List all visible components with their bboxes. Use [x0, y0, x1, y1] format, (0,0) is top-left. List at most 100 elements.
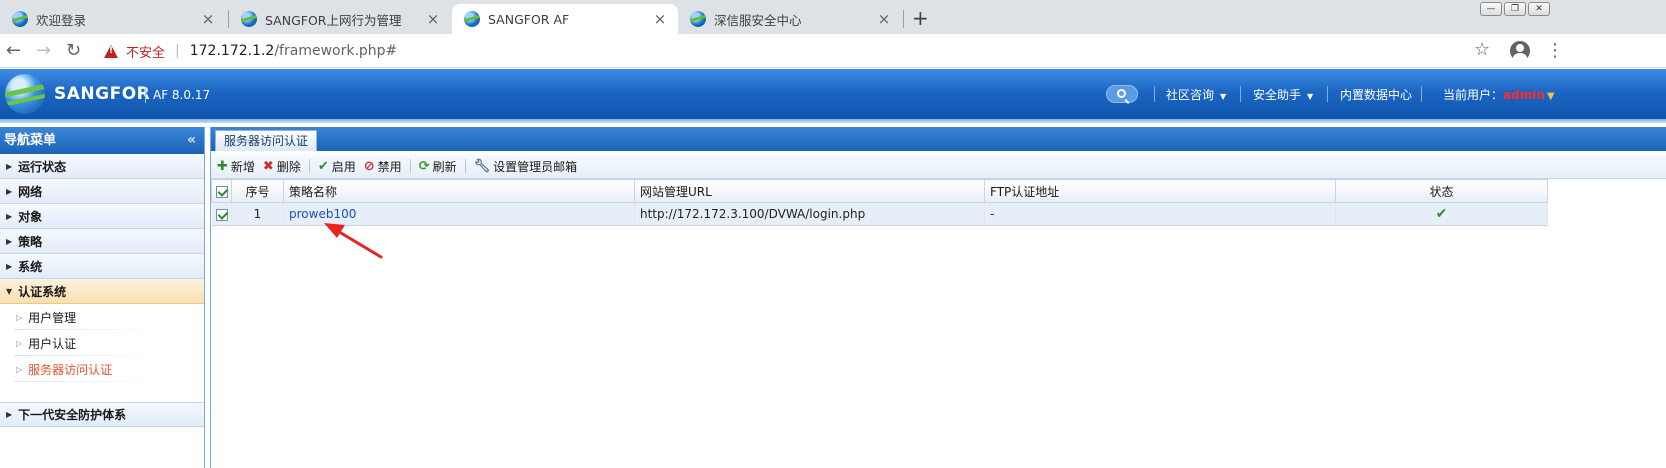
refresh-icon: ⟳: [418, 158, 430, 174]
reload-icon[interactable]: ↻: [66, 40, 81, 61]
caret-down-icon: ▼: [1220, 92, 1227, 101]
sidebar-item-network[interactable]: ▶ 网络: [0, 179, 204, 204]
browser-tab-security-center[interactable]: 深信服安全中心 ×: [678, 4, 902, 34]
sidebar-subitem-user-management[interactable]: ▷ 用户管理: [0, 304, 204, 330]
browser-menu-icon[interactable]: ⋮: [1546, 40, 1564, 61]
disable-button-label: 禁用: [377, 159, 402, 174]
sidebar-item-label: 下一代安全防护体系: [18, 408, 127, 422]
row-ftp: -: [984, 202, 1336, 226]
sangfor-favicon-icon: [690, 11, 706, 27]
browser-tab-title: 欢迎登录: [36, 12, 87, 28]
delete-button[interactable]: ✖ 删除: [263, 158, 301, 175]
row-index: 1: [231, 202, 284, 226]
close-icon[interactable]: ×: [652, 10, 668, 28]
sidebar-item-label: 系统: [18, 259, 43, 274]
toolbar-divider: [308, 159, 310, 173]
close-icon[interactable]: ×: [200, 10, 216, 28]
set-admin-email-label: 设置管理员邮箱: [493, 159, 578, 174]
add-button-label: 新增: [230, 159, 255, 174]
close-window-icon[interactable]: ✕: [1528, 2, 1550, 16]
select-all-header: [211, 179, 232, 203]
minimize-window-icon[interactable]: —: [1480, 2, 1502, 16]
row-status-cell: ✔: [1335, 202, 1548, 226]
security-assistant-menu[interactable]: 安全助手 ▼: [1253, 86, 1313, 103]
url-path: /framework.php#: [274, 43, 398, 59]
bookmark-star-icon[interactable]: ☆: [1474, 39, 1490, 60]
brand-name: SANGFOR: [54, 84, 151, 104]
warning-triangle-icon: [104, 44, 118, 58]
caret-right-icon: ▶: [6, 236, 13, 246]
sidebar-subitem-user-auth[interactable]: ▷ 用户认证: [0, 330, 204, 356]
status-enabled-check-icon[interactable]: ✔: [1436, 206, 1448, 222]
collapse-sidebar-icon[interactable]: «: [187, 127, 196, 154]
new-tab-plus-icon[interactable]: +: [912, 6, 929, 30]
set-admin-email-button[interactable]: 🔧︎ 设置管理员邮箱: [474, 158, 578, 175]
sidebar-item-objects[interactable]: ▶ 对象: [0, 204, 204, 229]
header-divider: [1421, 86, 1422, 102]
sidebar-item-label: 运行状态: [18, 159, 67, 174]
policy-table: 序号 策略名称 网站管理URL FTP认证地址 状态 1 proweb100 h…: [211, 179, 1548, 226]
delete-x-icon: ✖: [262, 158, 274, 174]
refresh-button-label: 刷新: [432, 159, 457, 174]
table-row[interactable]: 1 proweb100 http://172.172.3.100/DVWA/lo…: [211, 202, 1548, 226]
tab-separator: [903, 10, 904, 28]
restore-window-icon[interactable]: ❐: [1504, 2, 1526, 16]
sidebar-item-status[interactable]: ▶ 运行状态: [0, 154, 204, 179]
refresh-button[interactable]: ⟳ 刷新: [419, 158, 457, 175]
close-icon[interactable]: ×: [876, 10, 892, 28]
not-secure-label[interactable]: 不安全: [126, 42, 165, 61]
sidebar-item-system[interactable]: ▶ 系统: [0, 254, 204, 279]
sidebar-item-ngaf-protection[interactable]: ▶ 下一代安全防护体系: [0, 402, 204, 427]
datacenter-link[interactable]: 内置数据中心: [1340, 86, 1412, 103]
sidebar-subitem-server-access-auth[interactable]: ▷ 服务器访问认证: [0, 356, 204, 382]
row-select-cell: [211, 202, 232, 226]
tab-server-access-auth[interactable]: 服务器访问认证: [215, 130, 318, 151]
column-header-name[interactable]: 策略名称: [283, 179, 635, 203]
toolbar-divider: [409, 159, 411, 173]
check-icon: ✔: [317, 158, 329, 174]
sangfor-favicon-icon: [241, 11, 257, 27]
browser-tab-sangfor-af[interactable]: SANGFOR AF ×: [452, 4, 678, 34]
row-name-cell: proweb100: [283, 202, 635, 226]
caret-right-icon: ▶: [6, 186, 13, 196]
search-button[interactable]: [1106, 85, 1138, 103]
current-user-label: 当前用户：: [1443, 88, 1504, 102]
header-divider: [1240, 86, 1241, 102]
wrench-icon: 🔧︎: [473, 158, 491, 174]
column-header-index[interactable]: 序号: [231, 179, 284, 203]
policy-name-link[interactable]: proweb100: [289, 207, 356, 221]
community-menu-label: 社区咨询: [1166, 88, 1215, 102]
enable-button-label: 启用: [331, 159, 356, 174]
disable-button[interactable]: ⊘ 禁用: [364, 158, 402, 175]
row-url: http://172.172.3.100/DVWA/login.php: [634, 202, 985, 226]
browser-tab-title: 深信服安全中心: [714, 12, 802, 28]
enable-button[interactable]: ✔ 启用: [318, 158, 356, 175]
column-header-url[interactable]: 网站管理URL: [634, 179, 985, 203]
back-arrow-icon[interactable]: ←: [6, 40, 21, 61]
url-omnibox[interactable]: 不安全 | 172.172.1.2 /framework.php#: [96, 38, 1496, 64]
assistant-menu-label: 安全助手: [1253, 88, 1302, 102]
forward-arrow-icon[interactable]: →: [36, 40, 51, 61]
header-divider: [1154, 86, 1155, 102]
browser-tab-login[interactable]: 欢迎登录 ×: [0, 4, 226, 34]
caret-right-icon: ▶: [6, 261, 13, 271]
prohibit-icon: ⊘: [363, 158, 375, 174]
browser-tabbar: 欢迎登录 × SANGFOR上网行为管理 × SANGFOR AF × 深信服安…: [0, 0, 1666, 34]
url-host: 172.172.1.2: [189, 43, 275, 59]
current-user-menu[interactable]: 当前用户：admin ▼: [1443, 86, 1555, 103]
sidebar-item-policy[interactable]: ▶ 策略: [0, 229, 204, 254]
address-bar: ← → ↻ 不安全 | 172.172.1.2 /framework.php# …: [0, 34, 1666, 68]
close-icon[interactable]: ×: [425, 10, 441, 28]
sidebar-subitem-label: 用户管理: [28, 310, 77, 325]
column-header-ftp[interactable]: FTP认证地址: [984, 179, 1336, 203]
select-all-checkbox[interactable]: [216, 185, 228, 198]
account-avatar-icon[interactable]: [1510, 41, 1530, 61]
row-checkbox[interactable]: [215, 208, 228, 221]
community-menu[interactable]: 社区咨询 ▼: [1166, 86, 1226, 103]
plus-icon: ✚: [217, 158, 228, 174]
browser-tab-behavior-mgmt[interactable]: SANGFOR上网行为管理 ×: [229, 4, 451, 34]
add-button[interactable]: ✚ 新增: [217, 158, 255, 175]
sidebar-item-auth-system[interactable]: ▼ 认证系统: [0, 279, 204, 304]
column-header-status[interactable]: 状态: [1335, 179, 1548, 203]
